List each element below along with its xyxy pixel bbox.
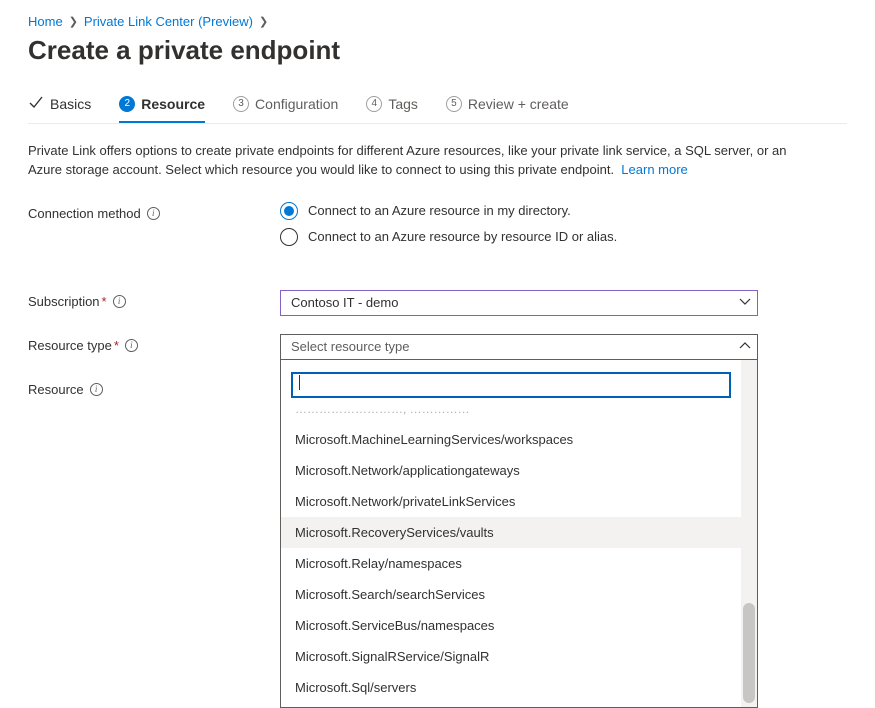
tab-configuration[interactable]: 3 Configuration [233,96,338,122]
subscription-label: Subscription* i [28,290,280,309]
connection-method-label: Connection method i [28,202,280,221]
info-icon[interactable]: i [125,339,138,352]
breadcrumb: Home ❯ Private Link Center (Preview) ❯ [28,14,847,29]
dropdown-search-input[interactable] [291,372,731,398]
list-item[interactable]: Microsoft.SignalRService/SignalR [281,641,741,672]
resource-type-select[interactable]: Select resource type [280,334,758,360]
chevron-right-icon: ❯ [69,15,78,28]
info-icon[interactable]: i [90,383,103,396]
tab-label: Resource [141,96,205,112]
list-item[interactable]: Microsoft.Network/applicationgateways [281,455,741,486]
step-badge: 4 [366,96,382,112]
radio-connect-by-id[interactable] [280,228,298,246]
list-item[interactable]: Microsoft.ServiceBus/namespaces [281,610,741,641]
list-item[interactable]: ………………………, …………… [281,402,741,424]
tab-tags[interactable]: 4 Tags [366,96,418,122]
list-item[interactable]: Microsoft.Search/searchServices [281,579,741,610]
radio-label[interactable]: Connect to an Azure resource in my direc… [308,203,571,218]
info-icon[interactable]: i [113,295,126,308]
breadcrumb-private-link-center[interactable]: Private Link Center (Preview) [84,14,253,29]
resource-type-label: Resource type* i [28,334,280,353]
select-value: Contoso IT - demo [291,295,398,310]
breadcrumb-home[interactable]: Home [28,14,63,29]
scrollbar[interactable] [741,360,757,707]
list-item[interactable]: Microsoft.RecoveryServices/vaults [281,517,741,548]
wizard-tabs: Basics 2 Resource 3 Configuration 4 Tags… [28,94,847,124]
chevron-down-icon [739,295,751,310]
label-text: Connection method [28,206,141,221]
tab-review-create[interactable]: 5 Review + create [446,96,569,122]
chevron-right-icon: ❯ [259,15,268,28]
tab-resource[interactable]: 2 Resource [119,96,205,122]
resource-label: Resource i [28,378,280,397]
tab-label: Configuration [255,96,338,112]
subscription-select[interactable]: Contoso IT - demo [280,290,758,316]
step-badge: 5 [446,96,462,112]
select-placeholder: Select resource type [291,339,410,354]
page-title: Create a private endpoint [28,35,847,66]
radio-label[interactable]: Connect to an Azure resource by resource… [308,229,617,244]
step-badge: 3 [233,96,249,112]
info-icon[interactable]: i [147,207,160,220]
list-item[interactable]: Microsoft.Network/privateLinkServices [281,486,741,517]
chevron-up-icon [739,339,751,354]
list-item[interactable]: Microsoft.Sql/servers [281,672,741,703]
resource-type-dropdown: ………………………, …………… Microsoft.MachineLearni… [280,360,758,708]
radio-connect-in-directory[interactable] [280,202,298,220]
label-text: Subscription [28,294,100,309]
tab-description: Private Link offers options to create pr… [28,142,808,180]
learn-more-link[interactable]: Learn more [621,162,687,177]
scrollbar-thumb[interactable] [743,603,755,703]
list-item[interactable]: Microsoft.MachineLearningServices/worksp… [281,424,741,455]
tab-basics[interactable]: Basics [28,94,91,123]
label-text: Resource [28,382,84,397]
step-badge: 2 [119,96,135,112]
tab-label: Basics [50,96,91,112]
list-item[interactable]: Microsoft.Relay/namespaces [281,548,741,579]
tab-label: Review + create [468,96,569,112]
check-icon [28,94,44,113]
tab-label: Tags [388,96,418,112]
label-text: Resource type [28,338,112,353]
